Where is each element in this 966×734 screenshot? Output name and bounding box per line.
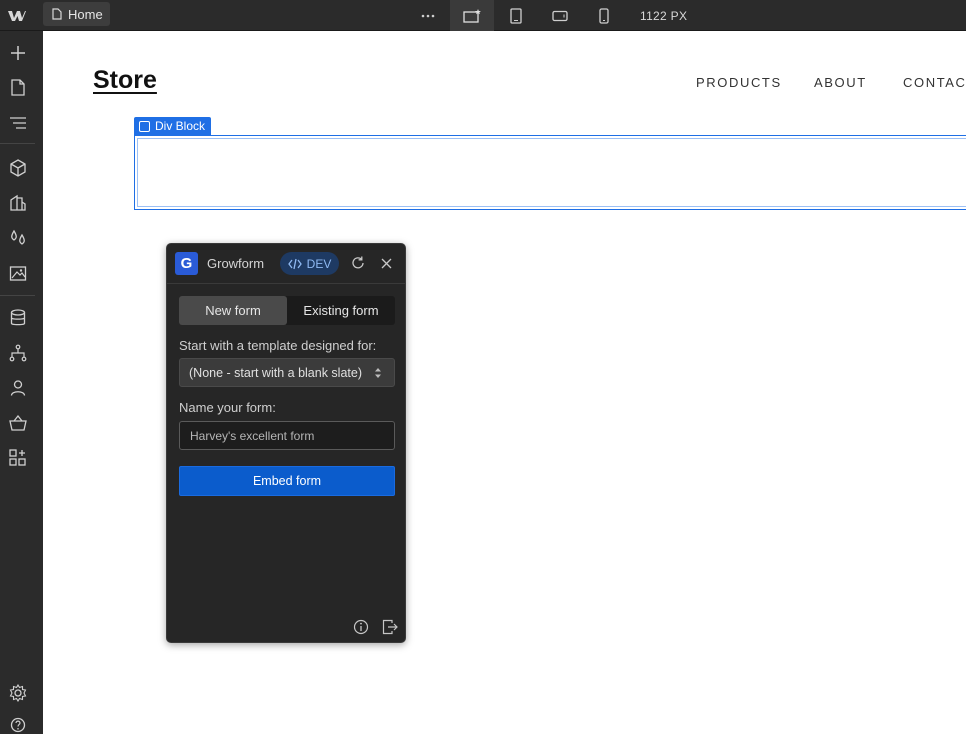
selected-element-tag[interactable]: Div Block bbox=[134, 117, 212, 135]
users-icon[interactable] bbox=[0, 370, 35, 405]
components-icon[interactable] bbox=[0, 150, 35, 185]
nav-link-about[interactable]: ABOUT bbox=[814, 75, 867, 90]
add-icon[interactable] bbox=[0, 35, 35, 70]
form-mode-tabs: New form Existing form bbox=[179, 296, 395, 325]
template-select-value: (None - start with a blank slate) bbox=[189, 365, 362, 380]
top-bar: Home 1122 PX bbox=[0, 0, 966, 31]
style-selector-icon[interactable] bbox=[0, 185, 35, 220]
select-arrows-icon bbox=[374, 366, 382, 383]
form-name-label: Name your form: bbox=[179, 400, 276, 415]
nav-link-contact[interactable]: CONTACT bbox=[903, 75, 966, 90]
settings-icon[interactable] bbox=[0, 675, 35, 710]
desktop-star-icon[interactable] bbox=[450, 0, 494, 31]
growform-logo-icon: G bbox=[175, 252, 198, 275]
tab-existing-form[interactable]: Existing form bbox=[287, 296, 395, 325]
pages-icon[interactable] bbox=[0, 70, 35, 105]
selected-element-label: Div Block bbox=[155, 119, 206, 133]
mobile-landscape-icon[interactable] bbox=[538, 0, 582, 31]
ecommerce-icon[interactable] bbox=[0, 405, 35, 440]
canvas-edge bbox=[35, 31, 43, 734]
logic-icon[interactable] bbox=[0, 335, 35, 370]
panel-title: Growform bbox=[207, 256, 265, 271]
navigator-icon[interactable] bbox=[0, 105, 35, 140]
webflow-logo-icon[interactable] bbox=[0, 0, 34, 31]
tablet-icon[interactable] bbox=[494, 0, 538, 31]
div-block-icon bbox=[139, 120, 150, 132]
sidebar-divider bbox=[0, 143, 35, 144]
panel-header: G Growform DEV bbox=[167, 244, 405, 284]
template-label: Start with a template designed for: bbox=[179, 338, 377, 353]
nav-link-products[interactable]: PRODUCTS bbox=[696, 75, 782, 90]
page-icon bbox=[52, 8, 62, 20]
sidebar-divider bbox=[0, 295, 35, 296]
cms-icon[interactable] bbox=[0, 300, 35, 335]
ellipsis-icon[interactable] bbox=[406, 0, 450, 31]
dev-mode-badge[interactable]: DEV bbox=[280, 252, 339, 275]
div-block-padding-outline bbox=[137, 138, 966, 207]
refresh-icon[interactable] bbox=[349, 254, 367, 272]
logout-icon[interactable] bbox=[381, 618, 399, 636]
code-icon bbox=[287, 258, 302, 269]
page-selector-label: Home bbox=[68, 6, 103, 22]
left-sidebar bbox=[0, 31, 35, 734]
page-selector-button[interactable]: Home bbox=[43, 2, 110, 26]
apps-icon[interactable] bbox=[0, 440, 35, 475]
mobile-portrait-icon[interactable] bbox=[582, 0, 626, 31]
variables-icon[interactable] bbox=[0, 220, 35, 255]
close-icon[interactable] bbox=[377, 254, 395, 272]
embed-form-button[interactable]: Embed form bbox=[179, 466, 395, 496]
info-icon[interactable] bbox=[352, 618, 370, 636]
form-name-input[interactable] bbox=[179, 421, 395, 450]
tab-new-form[interactable]: New form bbox=[179, 296, 287, 325]
page-brand[interactable]: Store bbox=[93, 66, 157, 95]
growform-panel: G Growform DEV New form Existing form St… bbox=[166, 243, 406, 643]
assets-icon[interactable] bbox=[0, 255, 35, 290]
dev-badge-label: DEV bbox=[306, 256, 332, 271]
help-icon[interactable] bbox=[0, 707, 35, 734]
template-select[interactable]: (None - start with a blank slate) bbox=[179, 358, 395, 387]
canvas-width-readout[interactable]: 1122 PX bbox=[640, 0, 687, 31]
